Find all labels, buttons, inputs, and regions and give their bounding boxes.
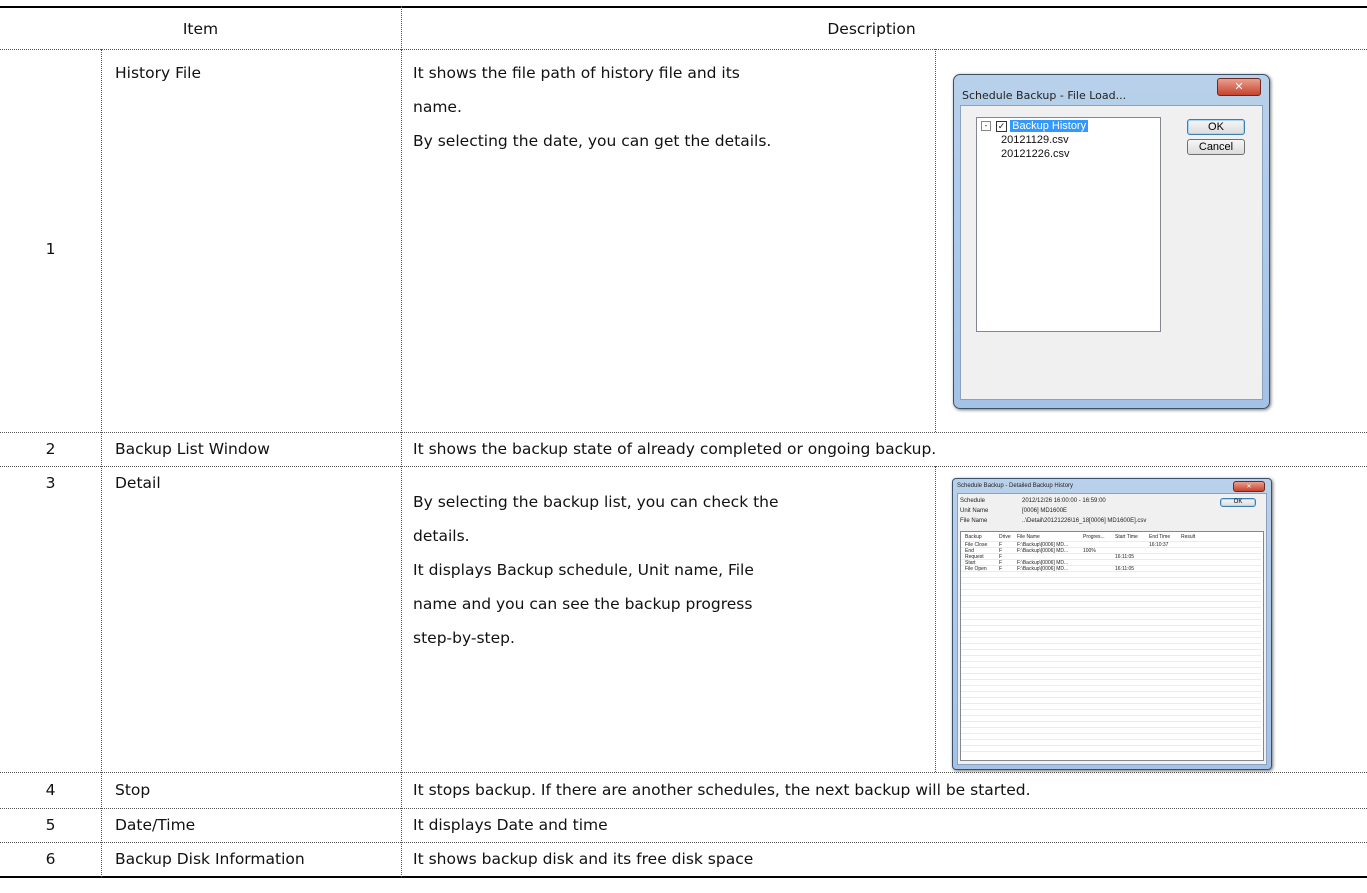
ok-button[interactable]: OK: [1220, 498, 1256, 507]
field-value: ..\Detail\20121226\16_18[0006] MD1600E].…: [1022, 518, 1147, 524]
row-number: 5: [45, 816, 56, 834]
grid-line: [961, 553, 1261, 554]
col-divider-item: [401, 49, 402, 877]
grid-line: [961, 649, 1261, 650]
grid-line: [961, 565, 1261, 566]
col-divider-image-row1: [935, 49, 936, 432]
grid-line: [961, 613, 1261, 614]
checkbox-icon[interactable]: ✓: [996, 120, 1008, 132]
grid-line: [961, 673, 1261, 674]
row-item: Date/Time: [115, 816, 196, 834]
column-header[interactable]: Progres...: [1083, 534, 1105, 540]
col-divider-image-row3: [935, 466, 936, 772]
grid-line: [961, 541, 1261, 542]
row-item: History File: [115, 64, 202, 82]
grid-line: [961, 643, 1261, 644]
grid-line: [961, 559, 1261, 560]
close-icon[interactable]: ✕: [1217, 78, 1261, 96]
dialog-client-area: - ✓ Backup History 20121129.csv 20121226…: [960, 105, 1263, 400]
row-item: Stop: [115, 781, 151, 799]
document-table: Item Description 1 History File It shows…: [0, 0, 1367, 893]
grid-line: [961, 589, 1261, 590]
history-tree[interactable]: - ✓ Backup History 20121129.csv 20121226…: [976, 117, 1161, 332]
field-label: Unit Name: [960, 508, 989, 514]
grid-line: [961, 637, 1261, 638]
row-number: 2: [45, 440, 56, 458]
grid-line: [961, 691, 1261, 692]
grid-line: [961, 667, 1261, 668]
row-number: 1: [45, 240, 56, 258]
grid-line: [961, 601, 1261, 602]
table-top-border: [0, 6, 1367, 8]
row-description: By selecting the backup list, you can ch…: [413, 493, 779, 647]
ok-button[interactable]: OK: [1187, 119, 1245, 135]
column-header[interactable]: Drive: [999, 534, 1011, 540]
row-description: It shows the backup state of already com…: [413, 440, 937, 458]
detailed-backup-dialog-screenshot: Schedule Backup - Detailed Backup Histor…: [952, 478, 1272, 770]
grid-line: [961, 631, 1261, 632]
grid-line: [961, 607, 1261, 608]
grid-line: [961, 547, 1261, 548]
field-value: [0006] MD1600E: [1022, 508, 1068, 514]
tree-root-label: Backup History: [1010, 120, 1089, 132]
row-number: 3: [45, 474, 56, 492]
row-description: It shows the file path of history file a…: [413, 64, 772, 150]
grid-line: [961, 697, 1261, 698]
header-item: Item: [182, 20, 219, 38]
row-divider: [0, 808, 1367, 809]
dialog-title: Schedule Backup - File Load...: [962, 89, 1127, 102]
column-header[interactable]: End Time: [1149, 534, 1170, 540]
grid-line: [961, 571, 1261, 572]
grid-line: [961, 655, 1261, 656]
row-item: Backup Disk Information: [115, 850, 305, 868]
row-description: It shows backup disk and its free disk s…: [413, 850, 754, 868]
header-divider: [0, 49, 1367, 50]
close-icon[interactable]: ✕: [1233, 481, 1265, 492]
dialog-title: Schedule Backup - Detailed Backup Histor…: [957, 483, 1074, 489]
row-number: 4: [45, 781, 56, 799]
grid-line: [961, 661, 1261, 662]
backup-history-list[interactable]: Backup Drive File Name Progres... Start Time…: [960, 531, 1264, 761]
table-bottom-border: [0, 876, 1367, 878]
col-divider-num: [101, 49, 102, 877]
row-number: 6: [45, 850, 56, 868]
collapse-icon[interactable]: -: [981, 121, 991, 132]
row-divider: [0, 466, 1367, 467]
column-header[interactable]: Backup: [965, 534, 982, 540]
grid-line: [961, 745, 1261, 746]
grid-line: [961, 595, 1261, 596]
tree-item[interactable]: 20121129.csv: [1001, 134, 1069, 146]
column-header[interactable]: Result: [1181, 534, 1195, 540]
grid-line: [961, 715, 1261, 716]
grid-line: [961, 733, 1261, 734]
grid-line: [961, 739, 1261, 740]
tree-root[interactable]: - ✓ Backup History: [981, 120, 1089, 132]
grid-line: [961, 685, 1261, 686]
file-load-dialog-screenshot: Schedule Backup - File Load... ✕ - ✓ Bac…: [953, 74, 1270, 409]
grid-line: [961, 721, 1261, 722]
grid-line: [961, 709, 1261, 710]
field-value: 2012/12/26 16:00:00 - 16:59:00: [1022, 498, 1106, 504]
grid-line: [961, 751, 1261, 752]
field-label: Schedule: [960, 498, 986, 504]
tree-item[interactable]: 20121226.csv: [1001, 148, 1070, 160]
column-header[interactable]: File Name: [1017, 534, 1040, 540]
header-description: Description: [827, 20, 916, 38]
grid-line: [961, 625, 1261, 626]
grid-line: [961, 727, 1261, 728]
grid-line: [961, 679, 1261, 680]
column-header[interactable]: Start Time: [1115, 534, 1138, 540]
grid-line: [961, 703, 1261, 704]
cancel-button[interactable]: Cancel: [1187, 139, 1245, 155]
row-description: It stops backup. If there are another sc…: [413, 781, 1031, 799]
field-label: File Name: [960, 518, 988, 524]
row-item: Detail: [115, 474, 161, 492]
dialog-client-area: Schedule 2012/12/26 16:00:00 - 16:59:00 …: [957, 493, 1267, 765]
row-item: Backup List Window: [115, 440, 270, 458]
row-description: It displays Date and time: [413, 816, 608, 834]
grid-line: [961, 577, 1261, 578]
grid-line: [961, 583, 1261, 584]
grid-line: [961, 619, 1261, 620]
